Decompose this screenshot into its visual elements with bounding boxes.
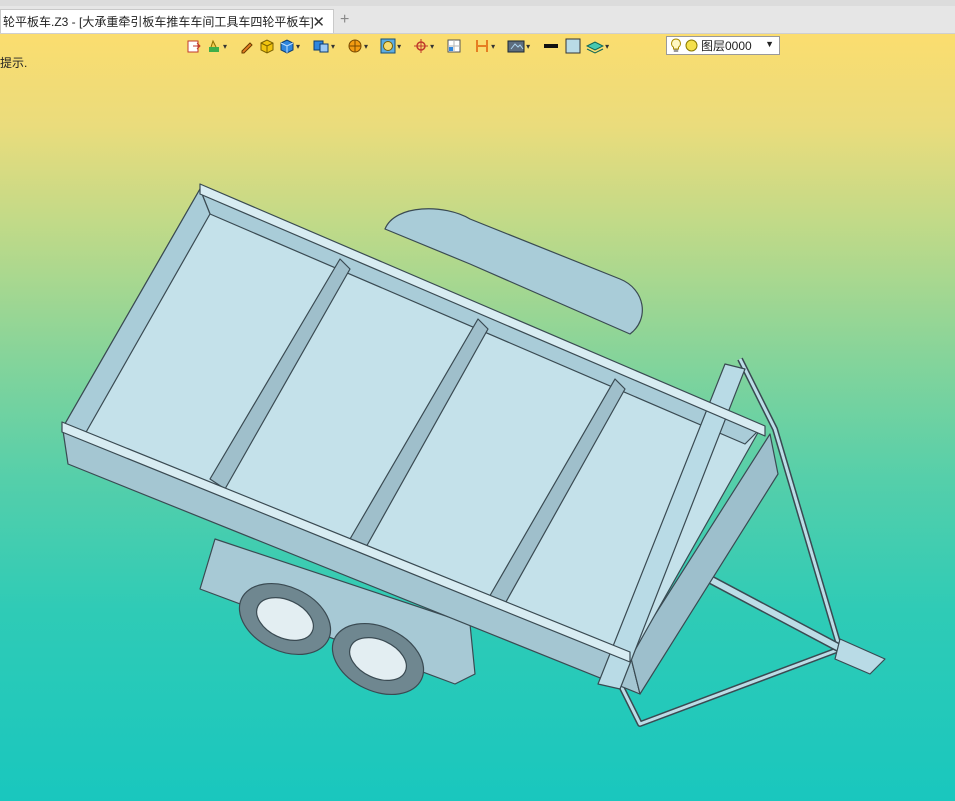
3d-viewport[interactable]: 提示. ▾ ▾ ▾ ▾ ▾ ▾ ▾ ▾ ▾ 图层0000 ▼ bbox=[0, 34, 955, 801]
document-tab[interactable]: 轮平板车.Z3 - [大承重牵引板车推车车间工具车四轮平板车] ✕ bbox=[0, 9, 334, 33]
trailer-3d-model[interactable] bbox=[0, 34, 955, 801]
tow-bar-inner bbox=[698, 571, 862, 662]
document-tab-bar: 轮平板车.Z3 - [大承重牵引板车推车车间工具车四轮平板车] ✕ + bbox=[0, 6, 955, 34]
new-tab-button[interactable]: + bbox=[340, 11, 349, 29]
hitch-coupler bbox=[834, 638, 886, 675]
close-tab-icon[interactable]: ✕ bbox=[312, 13, 325, 31]
document-tab-title: 轮平板车.Z3 - [大承重牵引板车推车车间工具车四轮平板车] bbox=[3, 15, 314, 29]
